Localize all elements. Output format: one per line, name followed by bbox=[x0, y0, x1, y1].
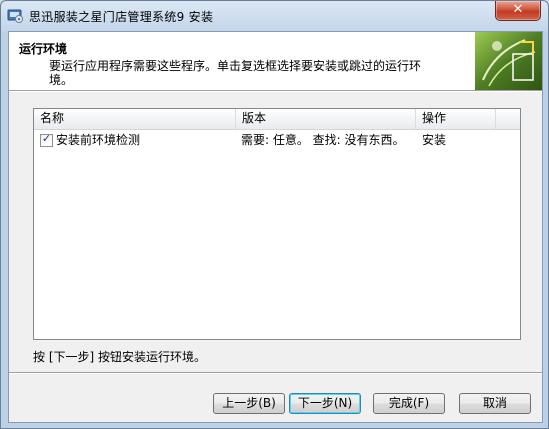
installer-icon bbox=[7, 9, 23, 23]
close-button[interactable]: ✕ bbox=[495, 1, 541, 21]
header-graphic bbox=[475, 32, 542, 90]
installer-window: 思迅服装之星门店管理系统9 安装 ✕ 运行环境 要运行应用程序需要这些程序。单击… bbox=[0, 0, 549, 429]
list-header: 名称 版本 操作 bbox=[34, 109, 520, 130]
column-action[interactable]: 操作 bbox=[416, 109, 496, 129]
header-separator bbox=[9, 91, 542, 92]
item-name: 安装前环境检测 bbox=[56, 133, 141, 147]
item-action: 安装 bbox=[422, 133, 447, 147]
footer-divider-highlight bbox=[9, 373, 542, 374]
item-version: 需要: 任意。 查找: 没有东西。 bbox=[241, 133, 405, 147]
page-title: 运行环境 bbox=[19, 42, 68, 56]
item-checkbox[interactable]: ✓ bbox=[40, 132, 53, 147]
finish-button[interactable]: 完成(F) bbox=[373, 393, 445, 414]
window-title: 思迅服装之星门店管理系统9 安装 bbox=[29, 10, 214, 24]
title-bar[interactable]: 思迅服装之星门店管理系统9 安装 ✕ bbox=[1, 1, 548, 31]
column-name[interactable]: 名称 bbox=[34, 109, 236, 129]
runtime-list[interactable]: 名称 版本 操作 ✓ 安装前环境检测 需要: 任意。 查找: 没有东西。 安装 bbox=[33, 108, 521, 340]
back-button[interactable]: 上一步(B) bbox=[213, 393, 285, 414]
next-button[interactable]: 下一步(N) bbox=[289, 393, 361, 414]
close-icon: ✕ bbox=[512, 2, 524, 17]
cancel-button[interactable]: 取消 bbox=[459, 393, 531, 414]
list-item[interactable]: ✓ 安装前环境检测 需要: 任意。 查找: 没有东西。 安装 bbox=[34, 131, 520, 150]
page-description: 要运行应用程序需要这些程序。单击复选框选择要安装或跳过的运行环境。 bbox=[49, 59, 422, 87]
wizard-body: 运行环境 要运行应用程序需要这些程序。单击复选框选择要安装或跳过的运行环境。 名… bbox=[8, 31, 543, 423]
column-version[interactable]: 版本 bbox=[236, 109, 416, 129]
page-header: 运行环境 要运行应用程序需要这些程序。单击复选框选择要安装或跳过的运行环境。 bbox=[9, 32, 542, 91]
instruction-text: 按 [下一步] 按钮安装运行环境。 bbox=[33, 350, 206, 364]
checkmark-icon: ✓ bbox=[41, 132, 52, 145]
